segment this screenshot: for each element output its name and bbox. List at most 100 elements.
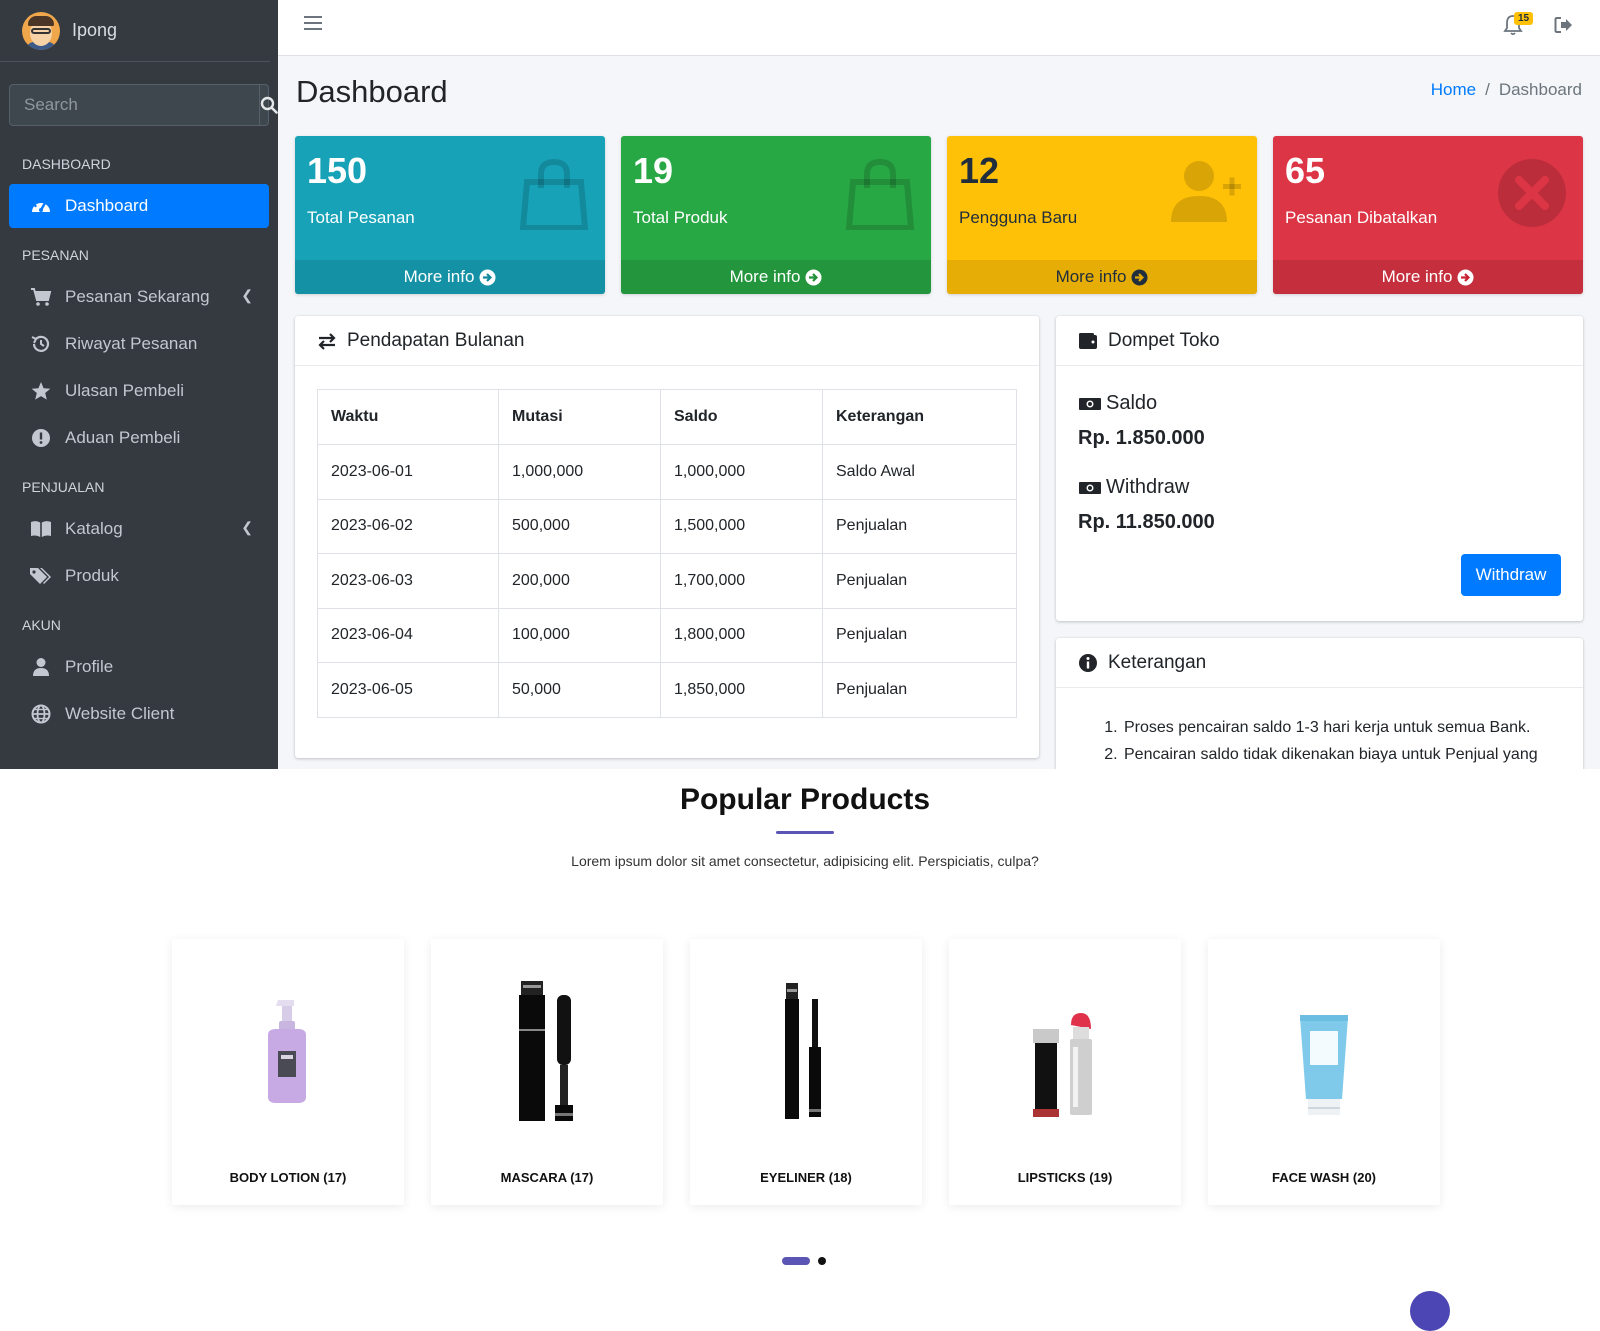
wallet-card: Dompet Toko Saldo Rp. 1.850.000 Withdraw…	[1056, 316, 1583, 621]
face-wash-tube-icon	[1300, 1015, 1348, 1115]
sidebar-item-pesanan-sekarang[interactable]: Pesanan Sekarang ❮	[9, 275, 269, 319]
sidebar-item-katalog[interactable]: Katalog ❮	[9, 507, 269, 551]
product-name: FACE WASH (20)	[1271, 1170, 1376, 1185]
avatar	[22, 11, 60, 50]
card-header: Dompet Toko	[1056, 316, 1583, 366]
eyeliner-icon	[785, 983, 821, 1119]
sidebar-item-dashboard[interactable]: Dashboard	[9, 184, 269, 228]
stat-value: 150	[307, 150, 368, 191]
sidebar-item-riwayat-pesanan[interactable]: Riwayat Pesanan	[9, 322, 269, 366]
user-panel[interactable]: Ipong	[0, 0, 270, 62]
more-info-link[interactable]: More info	[947, 260, 1257, 294]
revenue-card: Pendapatan Bulanan Waktu Mutasi Saldo Ke…	[295, 316, 1039, 758]
sidebar-item-aduan-pembeli[interactable]: Aduan Pembeli	[9, 416, 269, 460]
more-info-label: More info	[729, 267, 801, 286]
product-card-lipsticks[interactable]: LIPSTICKS (19)	[949, 939, 1181, 1205]
card-title: Pendapatan Bulanan	[347, 329, 525, 351]
stat-value: 19	[633, 150, 674, 191]
wallet-icon	[1079, 332, 1097, 349]
product-name: MASCARA (17)	[500, 1170, 594, 1185]
stat-box-total-pesanan: 150 Total Pesanan More info	[295, 136, 605, 294]
more-info-label: More info	[1055, 267, 1127, 286]
table-row: 2023-06-04 100,000 1,800,000 Penjualan	[317, 607, 1017, 663]
nav-header-dashboard: DASHBOARD	[22, 156, 111, 172]
menu-toggle-icon[interactable]	[304, 16, 322, 34]
arrow-circle-right-icon	[805, 269, 822, 285]
more-info-link[interactable]: More info	[295, 260, 605, 294]
table-cell: Penjualan	[822, 607, 1017, 663]
card-title: Keterangan	[1108, 651, 1207, 673]
stat-label: Pengguna Baru	[959, 208, 1078, 227]
admin-dashboard: Ipong DASHBOARD Dashboard PESANAN Pesana…	[0, 0, 1600, 769]
search-button[interactable]	[259, 85, 278, 125]
section-title: Popular Products	[679, 783, 931, 816]
product-card-body-lotion[interactable]: BODY LOTION (17)	[172, 939, 404, 1205]
withdraw-amount: Rp. 11.850.000	[1078, 511, 1215, 533]
star-icon	[29, 380, 53, 402]
search-icon	[260, 96, 278, 114]
sidebar-item-label: Profile	[65, 657, 114, 676]
sidebar-item-ulasan-pembeli[interactable]: Ulasan Pembeli	[9, 369, 269, 413]
table-row: 2023-06-05 50,000 1,850,000 Penjualan	[317, 662, 1017, 718]
stat-box-pesanan-dibatalkan: 65 Pesanan Dibatalkan More info	[1273, 136, 1583, 294]
product-card-eyeliner[interactable]: EYELINER (18)	[690, 939, 922, 1205]
sidebar-item-label: Produk	[65, 566, 119, 585]
sidebar-item-label: Riwayat Pesanan	[65, 334, 198, 353]
main-content: 15 Dashboard Home / Dashboard 150 Total Pe…	[278, 0, 1600, 769]
money-bill-icon	[1079, 397, 1101, 410]
book-icon	[29, 518, 53, 540]
breadcrumb-separator: /	[1485, 80, 1490, 99]
stat-label: Total Produk	[633, 208, 728, 227]
carousel-dot[interactable]	[818, 1257, 826, 1265]
withdraw-label: Withdraw	[1106, 476, 1190, 498]
column-header: Mutasi	[498, 389, 661, 445]
table-row: 2023-06-03 200,000 1,700,000 Penjualan	[317, 553, 1017, 609]
arrow-circle-right-icon	[479, 269, 496, 285]
nav-header-akun: AKUN	[22, 617, 61, 633]
carousel-dot-active[interactable]	[782, 1257, 810, 1265]
breadcrumb-home-link[interactable]: Home	[1431, 80, 1476, 99]
more-info-label: More info	[403, 267, 475, 286]
more-info-link[interactable]: More info	[621, 260, 931, 294]
notes-list: Proses pencairan saldo 1-3 hari kerja un…	[1122, 714, 1538, 768]
table-cell: 50,000	[498, 662, 661, 718]
table-cell: 1,850,000	[660, 662, 823, 718]
table-cell: Penjualan	[822, 553, 1017, 609]
more-info-link[interactable]: More info	[1273, 260, 1583, 294]
page-title: Dashboard	[296, 74, 448, 109]
table-cell: 2023-06-03	[317, 553, 499, 609]
withdraw-row: Withdraw	[1078, 476, 1189, 499]
table-cell: 2023-06-05	[317, 662, 499, 718]
shopping-bag-icon	[845, 158, 915, 235]
withdraw-button[interactable]: Withdraw	[1461, 554, 1561, 596]
product-card-face-wash[interactable]: FACE WASH (20)	[1208, 939, 1440, 1205]
nav-header-penjualan: PENJUALAN	[22, 479, 105, 495]
scroll-top-button[interactable]	[1410, 1291, 1450, 1331]
notification-badge: 15	[1514, 12, 1534, 25]
table-cell: 100,000	[498, 607, 661, 663]
product-card-mascara[interactable]: MASCARA (17)	[431, 939, 663, 1205]
card-header: Pendapatan Bulanan	[295, 316, 1039, 366]
section-subtitle: Lorem ipsum dolor sit amet consectetur, …	[571, 853, 1039, 869]
sidebar-item-produk[interactable]: Produk	[9, 554, 269, 598]
table-cell: Penjualan	[822, 498, 1017, 554]
stat-value: 65	[1285, 150, 1326, 191]
sidebar-search	[9, 84, 278, 126]
carousel-pagination	[782, 1257, 826, 1265]
popular-products-section: Popular Products Lorem ipsum dolor sit a…	[0, 769, 1600, 1331]
stat-box-pengguna-baru: 12 Pengguna Baru More info	[947, 136, 1257, 294]
product-name: LIPSTICKS (19)	[1017, 1170, 1113, 1185]
sidebar-item-website-client[interactable]: Website Client	[9, 692, 269, 736]
table-cell: 2023-06-02	[317, 498, 499, 554]
sidebar-item-label: Aduan Pembeli	[65, 428, 181, 447]
lipstick-icon	[1033, 1013, 1092, 1117]
logout-button[interactable]	[1554, 16, 1574, 39]
stat-label: Total Pesanan	[307, 208, 415, 227]
arrow-circle-right-icon	[1131, 269, 1148, 285]
table-row: 2023-06-01 1,000,000 1,000,000 Saldo Awal	[317, 444, 1017, 500]
search-input[interactable]	[10, 85, 259, 125]
sidebar-item-label: Website Client	[65, 704, 175, 723]
sidebar-item-profile[interactable]: Profile	[9, 645, 269, 689]
column-header: Saldo	[660, 389, 823, 445]
cart-icon	[29, 286, 53, 308]
